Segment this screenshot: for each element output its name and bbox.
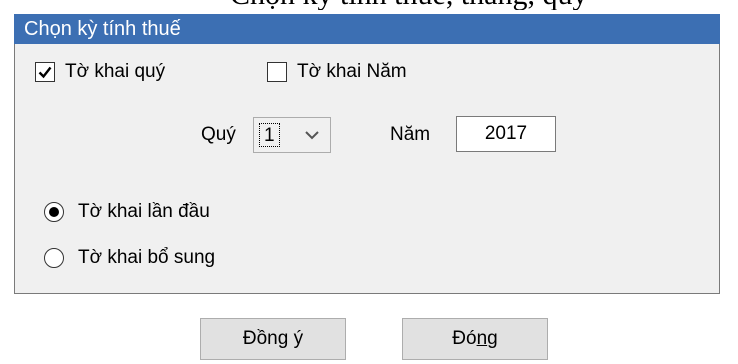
first-declaration-radio[interactable]: Tờ khai lần đầu [44, 200, 210, 224]
tax-period-dialog: Chọn kỳ tính thuế, tháng, quý Chọn kỳ tí… [0, 0, 738, 364]
agree-button[interactable]: Đồn g ý [200, 318, 346, 360]
chevron-down-icon [305, 131, 319, 140]
annual-declaration-label: Tờ khai Năm [297, 61, 407, 82]
quarterly-declaration-label: Tờ khai quý [65, 61, 166, 82]
year-label: Năm [390, 124, 431, 145]
checkbox-checked-icon [35, 62, 55, 82]
quarterly-declaration-checkbox[interactable]: Tờ khai quý [35, 60, 165, 84]
close-button[interactable]: Đó n g [402, 318, 548, 360]
cropped-heading: Chọn kỳ tính thuế, tháng, quý [230, 0, 650, 10]
group-header: Chọn kỳ tính thuế [14, 14, 720, 44]
year-input[interactable] [456, 116, 556, 152]
quarter-select[interactable]: 1 [253, 117, 331, 153]
supplementary-declaration-radio[interactable]: Tờ khai bổ sung [44, 246, 215, 270]
radio-selected-icon [44, 202, 64, 222]
annual-declaration-checkbox[interactable]: Tờ khai Năm [267, 60, 407, 84]
quarter-label: Quý [201, 124, 236, 145]
group-title: Chọn kỳ tính thuế [24, 18, 181, 40]
checkbox-unchecked-icon [267, 62, 287, 82]
quarter-select-value: 1 [259, 123, 280, 147]
first-declaration-label: Tờ khai lần đầu [78, 201, 210, 222]
supplementary-declaration-label: Tờ khai bổ sung [78, 247, 216, 268]
radio-unselected-icon [44, 248, 64, 268]
